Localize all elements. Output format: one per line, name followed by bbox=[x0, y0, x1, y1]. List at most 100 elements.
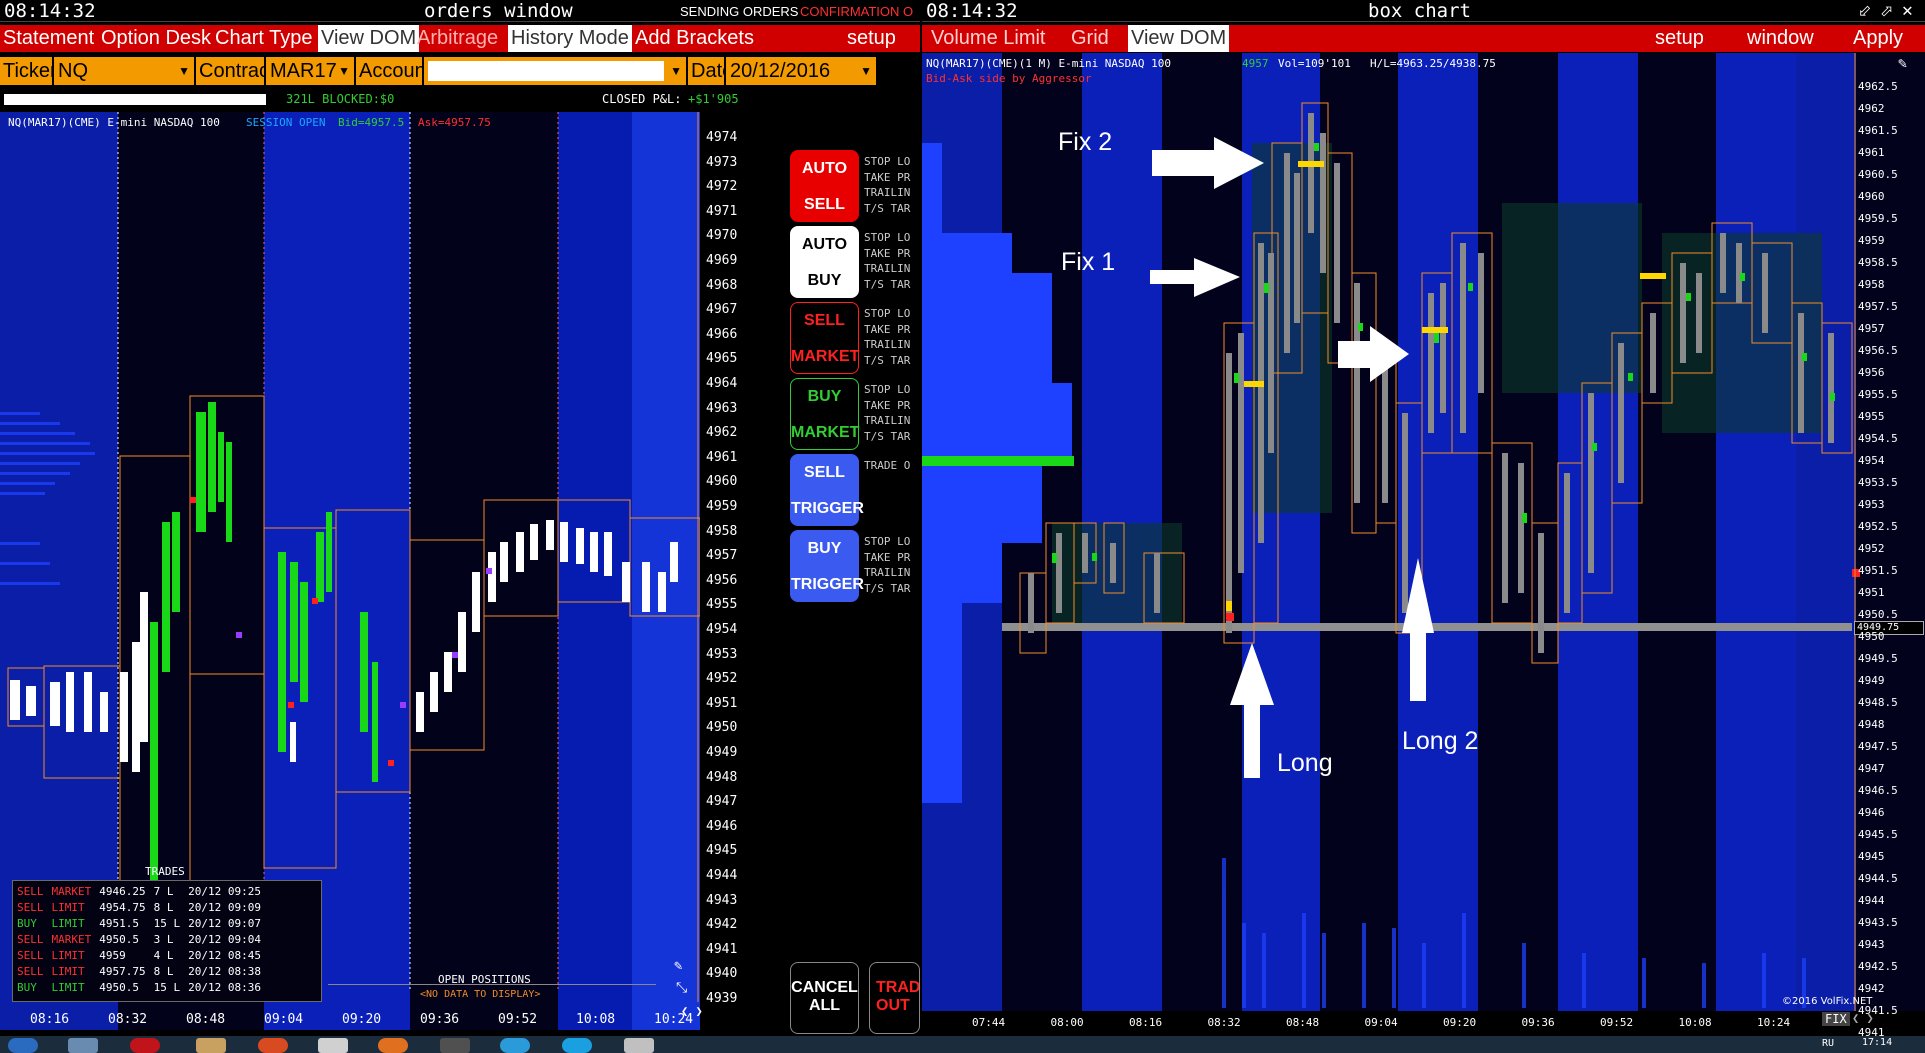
menu-chart-type[interactable]: Chart Type bbox=[212, 25, 315, 52]
orders-window: 08:14:32 orders window SENDING ORDERS CO… bbox=[0, 0, 920, 1036]
price-tick: 4944 bbox=[1858, 894, 1885, 907]
expand-icon[interactable]: ⤡ bbox=[676, 980, 687, 996]
opera-icon[interactable] bbox=[130, 1038, 160, 1053]
grid-app-icon[interactable] bbox=[318, 1038, 348, 1053]
trade-cell: MARKET bbox=[51, 885, 92, 898]
price-tick: 4951.5 bbox=[1858, 564, 1898, 577]
price-tick: 4962 bbox=[1858, 102, 1885, 115]
auto-buy-button[interactable]: AUTO BUY bbox=[790, 226, 859, 298]
ticker-dropdown[interactable]: NQ ▼ bbox=[54, 57, 194, 85]
account-field[interactable] bbox=[428, 61, 664, 81]
folder-icon[interactable] bbox=[196, 1038, 226, 1053]
trade-cell: 20/12 08:38 bbox=[188, 965, 261, 978]
menu-apply[interactable]: Apply bbox=[1850, 25, 1906, 52]
menu-view-dom[interactable]: View DOM bbox=[318, 25, 420, 52]
sell-trigger-button[interactable]: SELL TRIGGER bbox=[790, 454, 864, 526]
menu-grid[interactable]: Grid bbox=[1068, 25, 1112, 52]
price-tick: 4961 bbox=[706, 449, 738, 465]
menu-arbitrage[interactable]: Arbitrage bbox=[414, 25, 501, 52]
trade-cell: 20/12 08:45 bbox=[188, 949, 261, 962]
misc-icon[interactable] bbox=[624, 1038, 654, 1053]
time-tick: 10:08 bbox=[576, 1012, 616, 1027]
price-tick: 4959.5 bbox=[1858, 212, 1898, 225]
trade-cell: 20/12 09:09 bbox=[188, 901, 261, 914]
trades-table: SELL MARKET 4946.25 7 L 20/12 09:25 SELL LIMIT… bbox=[13, 884, 265, 996]
menu-option-desk[interactable]: Option Desk bbox=[98, 25, 214, 52]
price-tick: 4954 bbox=[1858, 454, 1885, 467]
last-price: 4957 bbox=[1242, 57, 1269, 70]
close-icon[interactable]: ✕ bbox=[1902, 0, 1913, 21]
time-tick: 08:32 bbox=[108, 1012, 148, 1027]
price-tick: 4973 bbox=[706, 154, 738, 170]
price-tick: 4949 bbox=[706, 745, 738, 760]
buy-market-button[interactable]: BUY MARKET bbox=[790, 378, 859, 450]
open-positions-panel: OPEN POSITIONS <NO DATA TO DISPLAY> bbox=[328, 973, 656, 1004]
trade-cell: LIMIT bbox=[51, 981, 85, 994]
chevron-down-icon: ▼ bbox=[178, 64, 190, 78]
scroll-arrows[interactable]: ❮ ❯ bbox=[1852, 1011, 1874, 1025]
cancel-all-button[interactable]: CANCEL ALL bbox=[790, 962, 859, 1034]
price-tick: 4962 bbox=[706, 425, 738, 441]
trade-cell: 15 L bbox=[153, 917, 181, 930]
order-settings-note: TRADE O bbox=[864, 459, 911, 472]
ask-price: Ask=4957.75 bbox=[418, 116, 491, 129]
volume-readout: Vol=109'101 bbox=[1278, 57, 1351, 70]
fix-button[interactable]: FIX bbox=[1822, 1012, 1850, 1026]
price-tick: 4959 bbox=[1858, 234, 1885, 247]
price-tick: 4955.5 bbox=[1858, 388, 1898, 401]
menu-setup[interactable]: setup bbox=[844, 25, 899, 52]
menu-volume-limit[interactable]: Volume Limit bbox=[928, 25, 1049, 52]
box-chart[interactable]: NQ(MAR17)(CME)(1 M) E-mini NASDAQ 100 49… bbox=[922, 53, 1925, 1011]
price-tick: 4944.5 bbox=[1858, 872, 1898, 885]
contract-dropdown[interactable]: MAR17 ▼ bbox=[266, 57, 354, 85]
app-icon[interactable] bbox=[68, 1038, 98, 1053]
language-indicator[interactable]: RU bbox=[1822, 1038, 1834, 1049]
pencil-icon[interactable]: ✎ bbox=[1898, 54, 1907, 72]
price-tick: 4960.5 bbox=[1858, 168, 1898, 181]
firefox-icon[interactable] bbox=[378, 1038, 408, 1053]
price-tick: 4958.5 bbox=[1858, 256, 1898, 269]
trades-panel: TRADES SELL MARKET 4946.25 7 L 20/12 09:25 SE… bbox=[12, 865, 322, 1002]
price-tick: 4947 bbox=[1858, 762, 1885, 775]
auto-sell-button[interactable]: AUTO SELL bbox=[790, 150, 859, 222]
menu-statement[interactable]: Statement bbox=[0, 25, 97, 52]
trade-out-button[interactable]: TRAD OUT bbox=[869, 962, 920, 1034]
time-tick: 09:04 bbox=[1364, 1016, 1398, 1029]
sell-market-button[interactable]: SELL MARKET bbox=[790, 302, 859, 374]
annotation-fix-1: Fix 1 bbox=[1061, 248, 1116, 276]
account-dropdown[interactable]: ▼ bbox=[424, 57, 686, 85]
table-row: SELL MARKET 4950.5 3 L 20/12 09:04 bbox=[13, 932, 265, 948]
chrome-icon[interactable] bbox=[258, 1038, 288, 1053]
maximize-icon[interactable]: ⬀ bbox=[1880, 1, 1893, 20]
menu-add-brackets[interactable]: Add Brackets bbox=[632, 25, 757, 52]
telegram-icon[interactable] bbox=[500, 1038, 530, 1053]
time-tick: 08:16 bbox=[30, 1012, 70, 1027]
instrument-selector-bar: Ticker NQ ▼ Contract MAR17 ▼ Account ▼ Dat… bbox=[0, 53, 920, 85]
contract-label: Contract bbox=[196, 57, 275, 85]
confirmation-status: CONFIRMATION O bbox=[800, 4, 914, 19]
menu-setup-right[interactable]: setup bbox=[1652, 25, 1707, 52]
trade-cell: LIMIT bbox=[51, 901, 85, 914]
closed-pl-label: CLOSED P&L: bbox=[602, 92, 682, 106]
time-tick: 09:52 bbox=[1600, 1016, 1634, 1029]
trade-cell: 8 L bbox=[153, 965, 174, 978]
no-data-text: <NO DATA TO DISPLAY> bbox=[420, 989, 541, 1000]
trade-cell: LIMIT bbox=[51, 917, 85, 930]
open-positions-title: OPEN POSITIONS bbox=[438, 973, 531, 986]
terminal-icon[interactable] bbox=[440, 1038, 470, 1053]
price-tick: 4951 bbox=[1858, 586, 1885, 599]
menu-window[interactable]: window bbox=[1744, 25, 1817, 52]
skype-icon[interactable] bbox=[562, 1038, 592, 1053]
table-row: SELL LIMIT 4959 4 L 20/12 08:45 bbox=[13, 948, 265, 964]
nav-arrows[interactable]: ❮ ❯ bbox=[681, 1004, 703, 1018]
price-tick: 4961 bbox=[1858, 146, 1885, 159]
order-settings-note: STOP LO TAKE PR TRAILIN T/S TAR bbox=[864, 155, 911, 215]
price-tick: 4954.5 bbox=[1858, 432, 1898, 445]
minimize-icon[interactable]: ⬃ bbox=[1858, 1, 1871, 20]
date-dropdown[interactable]: 20/12/2016 ▼ bbox=[726, 57, 876, 85]
pencil-icon[interactable]: ✎ bbox=[674, 958, 682, 974]
menu-view-dom-right[interactable]: View DOM bbox=[1128, 25, 1230, 52]
menu-history-mode[interactable]: History Mode bbox=[508, 25, 632, 52]
buy-trigger-button[interactable]: BUY TRIGGER bbox=[790, 530, 864, 602]
start-icon[interactable] bbox=[8, 1038, 38, 1053]
